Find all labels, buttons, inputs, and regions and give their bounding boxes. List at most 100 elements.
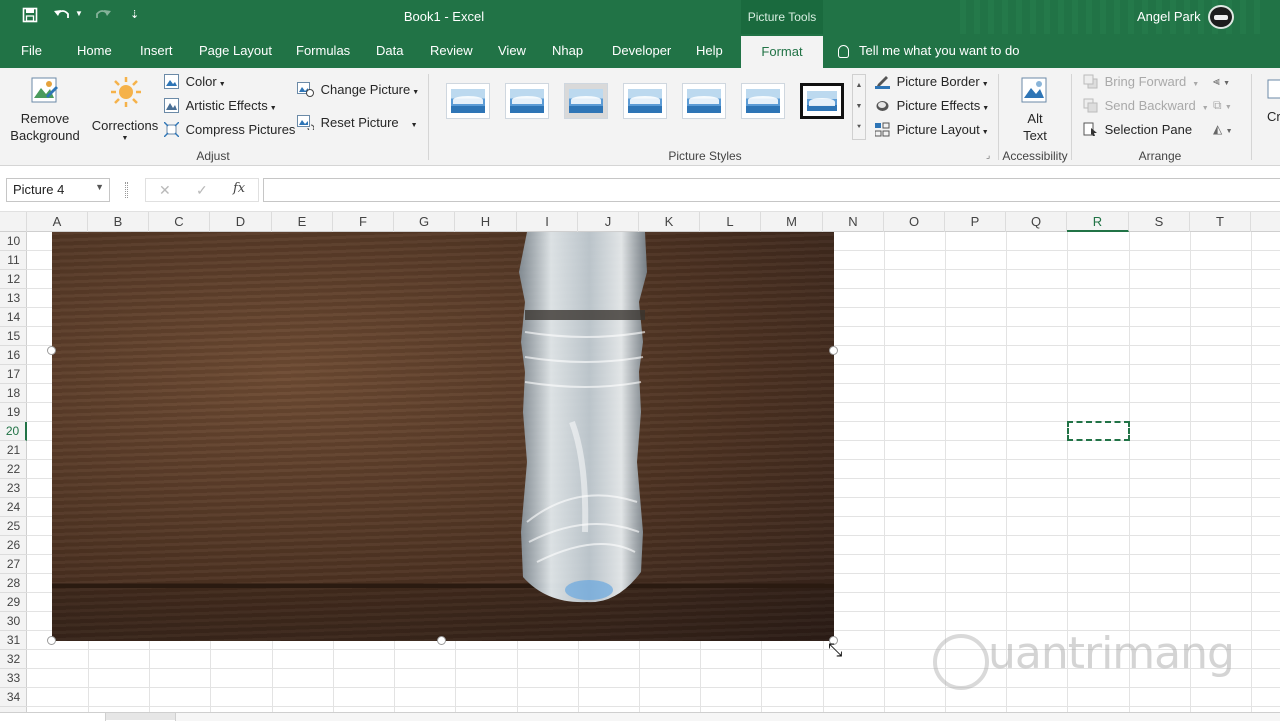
column-header[interactable]: G [394,212,455,232]
tab-page-layout[interactable]: Page Layout [199,34,272,68]
color-button[interactable]: Color ▼ [164,74,226,92]
formula-input[interactable] [263,178,1280,202]
tab-home[interactable]: Home [77,34,112,68]
row-header[interactable]: 12 [0,270,27,289]
cancel-icon[interactable]: ✕ [159,182,171,199]
column-header[interactable]: C [149,212,210,232]
row-header[interactable]: 10 [0,232,27,251]
column-header[interactable]: L [700,212,761,232]
tab-formulas[interactable]: Formulas [296,34,350,68]
column-header[interactable]: B [88,212,149,232]
tab-data[interactable]: Data [376,34,403,68]
avatar[interactable] [1208,5,1234,29]
bring-forward-button[interactable]: Bring Forward ▼ [1083,74,1199,92]
group-icon[interactable]: ⧉ ▼ [1213,98,1232,113]
row-header[interactable]: 24 [0,498,27,517]
column-header[interactable]: Q [1006,212,1067,232]
send-backward-button[interactable]: Send Backward ▼ [1083,98,1209,116]
tab-help[interactable]: Help [696,34,723,68]
crop-button[interactable]: Cr [1262,78,1280,138]
row-header[interactable]: 29 [0,593,27,612]
row-header[interactable]: 33 [0,669,27,688]
reset-picture-button[interactable]: Reset Picture ▼ [297,115,418,133]
active-cell-copy-marquee[interactable] [1067,421,1130,441]
row-header[interactable]: 28 [0,574,27,593]
compress-pictures-button[interactable]: Compress Pictures [163,121,295,140]
remove-background-button[interactable]: Remove Background [8,74,82,146]
row-header[interactable]: 30 [0,612,27,631]
column-header[interactable]: I [517,212,578,232]
user-name[interactable]: Angel Park [1137,9,1201,24]
tab-file[interactable]: File [21,34,42,68]
picture-style-5[interactable] [682,83,726,119]
row-header[interactable]: 19 [0,403,27,422]
row-header[interactable]: 16 [0,346,27,365]
tab-insert[interactable]: Insert [140,34,173,68]
row-header[interactable]: 25 [0,517,27,536]
selection-pane-button[interactable]: Selection Pane [1083,122,1192,140]
gallery-scroll[interactable]: ▲ ▼ ⯆ [852,74,866,140]
row-header[interactable]: 18 [0,384,27,403]
column-header-selected[interactable]: R [1067,212,1129,232]
picture-style-4[interactable] [623,83,667,119]
picture-style-7[interactable] [800,83,844,119]
inserted-picture[interactable] [52,232,834,641]
row-header[interactable]: 22 [0,460,27,479]
row-header[interactable]: 31 [0,631,27,650]
resize-handle-bottom[interactable] [437,636,446,645]
column-header[interactable]: D [210,212,272,232]
resize-handle-bottom-left[interactable] [47,636,56,645]
enter-icon[interactable]: ✓ [196,182,208,199]
row-header-selected[interactable]: 20 [0,422,27,441]
column-header[interactable]: J [578,212,639,232]
column-header[interactable]: K [639,212,700,232]
alt-text-button[interactable]: Alt Text [1010,74,1060,146]
row-header[interactable]: 11 [0,251,27,270]
resize-handle-right[interactable] [829,346,838,355]
tell-me-search[interactable]: Tell me what you want to do [838,34,1019,68]
picture-layout-button[interactable]: Picture Layout ▼ [874,122,989,140]
picture-style-2[interactable] [505,83,549,119]
row-header[interactable]: 23 [0,479,27,498]
tab-developer[interactable]: Developer [612,34,671,68]
picture-style-6[interactable] [741,83,785,119]
tab-nhap[interactable]: Nhap [552,34,583,68]
chevron-down-icon[interactable]: ▼ [95,182,104,192]
row-header[interactable]: 15 [0,327,27,346]
column-header[interactable]: H [455,212,517,232]
splitter-handle[interactable] [125,182,128,198]
row-header[interactable]: 17 [0,365,27,384]
row-header[interactable]: 13 [0,289,27,308]
resize-handle-left[interactable] [47,346,56,355]
column-header[interactable]: T [1190,212,1251,232]
column-header[interactable]: E [272,212,333,232]
picture-style-3[interactable] [564,83,608,119]
insert-function-icon[interactable]: fx [233,181,245,196]
column-header[interactable]: P [945,212,1006,232]
change-picture-button[interactable]: Change Picture ▼ [297,82,419,100]
row-header[interactable]: 14 [0,308,27,327]
row-header[interactable]: 27 [0,555,27,574]
artistic-effects-button[interactable]: Artistic Effects ▼ [164,98,277,116]
column-header[interactable]: S [1129,212,1190,232]
row-header[interactable]: 32 [0,650,27,669]
column-header[interactable]: O [884,212,945,232]
select-all-corner[interactable] [0,212,27,232]
row-header[interactable]: 21 [0,441,27,460]
column-header[interactable]: F [333,212,394,232]
row-header[interactable]: 34 [0,688,27,707]
row-header[interactable]: 26 [0,536,27,555]
column-header[interactable]: N [823,212,884,232]
picture-border-button[interactable]: Picture Border ▼ [875,74,989,92]
tab-view[interactable]: View [498,34,526,68]
column-header[interactable]: A [27,212,88,232]
tab-review[interactable]: Review [430,34,473,68]
corrections-button[interactable]: Corrections ▼ [90,74,160,146]
picture-effects-button[interactable]: Picture Effects ▼ [875,98,989,116]
align-icon[interactable]: ⫷ ▼ [1213,74,1230,89]
rotate-icon[interactable]: ◭ ▼ [1213,122,1233,136]
picture-style-1[interactable] [446,83,490,119]
tab-format[interactable]: Format [741,36,823,68]
column-header[interactable]: M [761,212,823,232]
name-box[interactable]: Picture 4 ▼ [6,178,110,202]
